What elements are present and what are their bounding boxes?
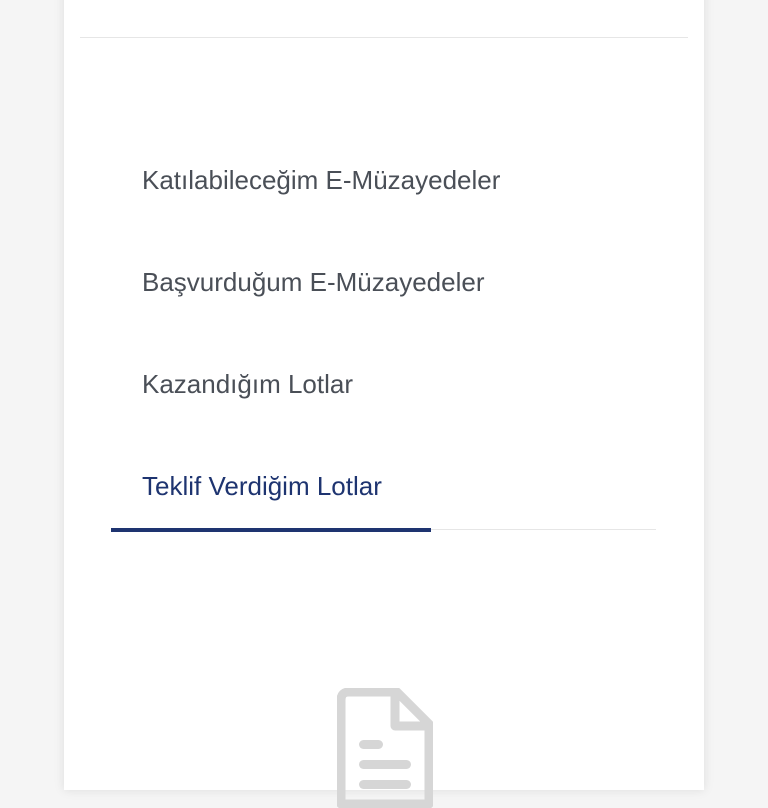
document-icon [337,688,433,808]
content-card: Katılabileceğim E-Müzayedeler Başvurduğu… [64,0,704,808]
tab-list: Katılabileceğim E-Müzayedeler Başvurduğu… [111,138,656,532]
tab-teklif-verdigim-lotlar[interactable]: Teklif Verdiğim Lotlar [111,444,656,528]
tab-underline [111,528,656,532]
active-tab-indicator [111,528,431,532]
tab-katilabilecegim-e-muzayedeler[interactable]: Katılabileceğim E-Müzayedeler [111,138,656,240]
tab-basvurdugum-e-muzayedeler[interactable]: Başvurduğum E-Müzayedeler [111,240,656,342]
top-divider [80,37,688,38]
tab-kazandigim-lotlar[interactable]: Kazandığım Lotlar [111,342,656,444]
